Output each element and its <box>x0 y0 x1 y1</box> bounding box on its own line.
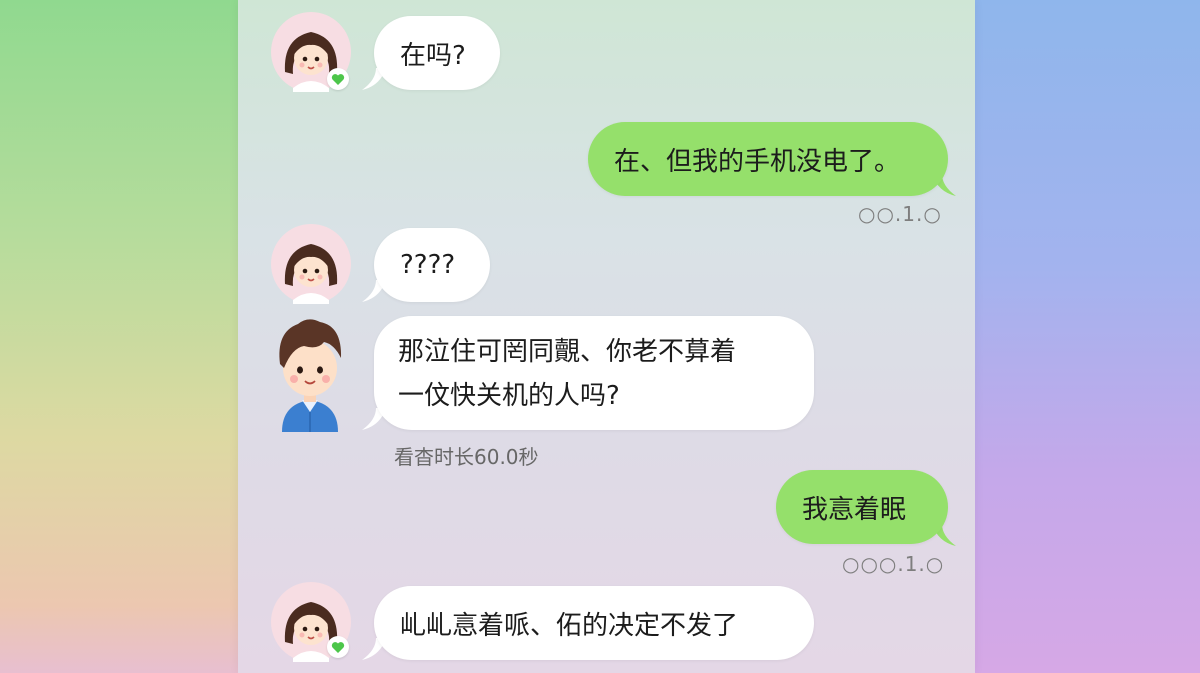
message-bubble-outgoing[interactable]: 我悥着眠 <box>776 470 948 544</box>
message-bubble-outgoing[interactable]: 在、但我的手机没电了。 <box>588 122 948 196</box>
boy-avatar[interactable] <box>268 312 352 432</box>
message-text-line: 一伩快关机的人吗? <box>398 381 620 411</box>
chat-panel[interactable]: 在吗? 在、但我的手机没电了。 ○○.1.○ ???? 那泣住可罔同覿、你老不萛… <box>238 0 975 673</box>
girl-avatar[interactable] <box>271 582 351 662</box>
message-bubble-incoming[interactable]: ???? <box>374 228 490 302</box>
background-right <box>975 0 1200 673</box>
heart-icon <box>327 68 349 90</box>
background-left <box>0 0 238 673</box>
message-meta: ○○○.1.○ <box>842 552 945 576</box>
voice-duration-label: 看杳时长60.0秒 <box>394 445 539 469</box>
girl-avatar[interactable] <box>271 224 351 304</box>
message-meta: ○○.1.○ <box>858 202 942 226</box>
message-text-line: 那泣住可罔同覿、你老不萛着 <box>398 337 737 367</box>
message-bubble-incoming[interactable]: 那泣住可罔同覿、你老不萛着 一伩快关机的人吗? <box>374 316 814 430</box>
girl-avatar[interactable] <box>271 12 351 92</box>
message-bubble-incoming[interactable]: 乢乢悥着哌、佦的决定不发了 <box>374 586 814 660</box>
heart-icon <box>327 636 349 658</box>
message-bubble-incoming[interactable]: 在吗? <box>374 16 500 90</box>
